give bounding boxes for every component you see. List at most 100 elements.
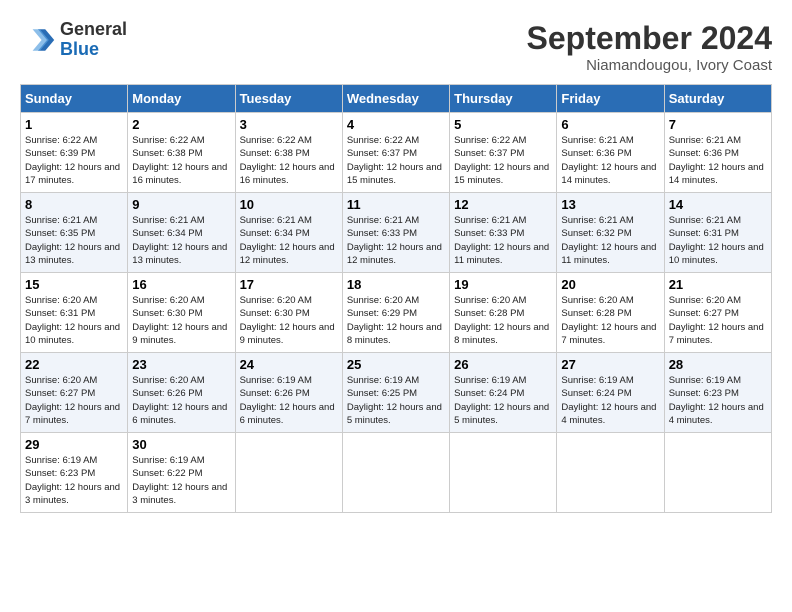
calendar-week-1: 1 Sunrise: 6:22 AMSunset: 6:39 PMDayligh…	[21, 113, 772, 193]
day-number: 21	[669, 277, 767, 292]
day-info: Sunrise: 6:21 AMSunset: 6:34 PMDaylight:…	[132, 215, 227, 266]
logo: General Blue	[20, 20, 127, 60]
day-number: 23	[132, 357, 230, 372]
day-info: Sunrise: 6:22 AMSunset: 6:38 PMDaylight:…	[132, 135, 227, 186]
day-info: Sunrise: 6:20 AMSunset: 6:28 PMDaylight:…	[561, 295, 656, 346]
day-info: Sunrise: 6:19 AMSunset: 6:23 PMDaylight:…	[669, 375, 764, 426]
day-number: 29	[25, 437, 123, 452]
day-number: 3	[240, 117, 338, 132]
day-info: Sunrise: 6:20 AMSunset: 6:27 PMDaylight:…	[669, 295, 764, 346]
calendar-cell: 29 Sunrise: 6:19 AMSunset: 6:23 PMDaylig…	[21, 433, 128, 513]
calendar-table: SundayMondayTuesdayWednesdayThursdayFrid…	[20, 84, 772, 513]
calendar-cell: 20 Sunrise: 6:20 AMSunset: 6:28 PMDaylig…	[557, 273, 664, 353]
day-info: Sunrise: 6:21 AMSunset: 6:31 PMDaylight:…	[669, 215, 764, 266]
title-block: September 2024 Niamandougou, Ivory Coast	[527, 20, 772, 74]
day-number: 4	[347, 117, 445, 132]
day-info: Sunrise: 6:21 AMSunset: 6:35 PMDaylight:…	[25, 215, 120, 266]
day-number: 15	[25, 277, 123, 292]
day-number: 10	[240, 197, 338, 212]
day-number: 20	[561, 277, 659, 292]
day-info: Sunrise: 6:19 AMSunset: 6:25 PMDaylight:…	[347, 375, 442, 426]
calendar-week-5: 29 Sunrise: 6:19 AMSunset: 6:23 PMDaylig…	[21, 433, 772, 513]
day-info: Sunrise: 6:22 AMSunset: 6:38 PMDaylight:…	[240, 135, 335, 186]
day-info: Sunrise: 6:20 AMSunset: 6:28 PMDaylight:…	[454, 295, 549, 346]
day-info: Sunrise: 6:21 AMSunset: 6:36 PMDaylight:…	[669, 135, 764, 186]
weekday-header-tuesday: Tuesday	[235, 85, 342, 113]
day-info: Sunrise: 6:22 AMSunset: 6:37 PMDaylight:…	[347, 135, 442, 186]
calendar-cell: 10 Sunrise: 6:21 AMSunset: 6:34 PMDaylig…	[235, 193, 342, 273]
day-number: 6	[561, 117, 659, 132]
calendar-cell: 16 Sunrise: 6:20 AMSunset: 6:30 PMDaylig…	[128, 273, 235, 353]
calendar-cell	[342, 433, 449, 513]
day-number: 7	[669, 117, 767, 132]
calendar-cell: 8 Sunrise: 6:21 AMSunset: 6:35 PMDayligh…	[21, 193, 128, 273]
day-info: Sunrise: 6:19 AMSunset: 6:22 PMDaylight:…	[132, 455, 227, 506]
calendar-cell: 3 Sunrise: 6:22 AMSunset: 6:38 PMDayligh…	[235, 113, 342, 193]
calendar-week-4: 22 Sunrise: 6:20 AMSunset: 6:27 PMDaylig…	[21, 353, 772, 433]
page-header: General Blue September 2024 Niamandougou…	[20, 20, 772, 74]
calendar-cell: 17 Sunrise: 6:20 AMSunset: 6:30 PMDaylig…	[235, 273, 342, 353]
day-info: Sunrise: 6:21 AMSunset: 6:33 PMDaylight:…	[347, 215, 442, 266]
day-info: Sunrise: 6:22 AMSunset: 6:37 PMDaylight:…	[454, 135, 549, 186]
weekday-header-friday: Friday	[557, 85, 664, 113]
calendar-cell: 30 Sunrise: 6:19 AMSunset: 6:22 PMDaylig…	[128, 433, 235, 513]
logo-icon	[20, 22, 56, 58]
day-info: Sunrise: 6:20 AMSunset: 6:30 PMDaylight:…	[132, 295, 227, 346]
calendar-cell: 25 Sunrise: 6:19 AMSunset: 6:25 PMDaylig…	[342, 353, 449, 433]
calendar-cell: 22 Sunrise: 6:20 AMSunset: 6:27 PMDaylig…	[21, 353, 128, 433]
weekday-header-sunday: Sunday	[21, 85, 128, 113]
calendar-cell	[557, 433, 664, 513]
day-info: Sunrise: 6:21 AMSunset: 6:34 PMDaylight:…	[240, 215, 335, 266]
calendar-cell: 18 Sunrise: 6:20 AMSunset: 6:29 PMDaylig…	[342, 273, 449, 353]
day-info: Sunrise: 6:20 AMSunset: 6:27 PMDaylight:…	[25, 375, 120, 426]
day-number: 1	[25, 117, 123, 132]
calendar-cell: 4 Sunrise: 6:22 AMSunset: 6:37 PMDayligh…	[342, 113, 449, 193]
calendar-header-row: SundayMondayTuesdayWednesdayThursdayFrid…	[21, 85, 772, 113]
calendar-cell: 15 Sunrise: 6:20 AMSunset: 6:31 PMDaylig…	[21, 273, 128, 353]
day-info: Sunrise: 6:20 AMSunset: 6:30 PMDaylight:…	[240, 295, 335, 346]
day-number: 13	[561, 197, 659, 212]
day-number: 30	[132, 437, 230, 452]
day-info: Sunrise: 6:19 AMSunset: 6:23 PMDaylight:…	[25, 455, 120, 506]
calendar-cell: 2 Sunrise: 6:22 AMSunset: 6:38 PMDayligh…	[128, 113, 235, 193]
day-number: 9	[132, 197, 230, 212]
day-number: 5	[454, 117, 552, 132]
calendar-cell: 7 Sunrise: 6:21 AMSunset: 6:36 PMDayligh…	[664, 113, 771, 193]
day-info: Sunrise: 6:21 AMSunset: 6:32 PMDaylight:…	[561, 215, 656, 266]
day-info: Sunrise: 6:19 AMSunset: 6:24 PMDaylight:…	[561, 375, 656, 426]
day-number: 18	[347, 277, 445, 292]
calendar-cell: 26 Sunrise: 6:19 AMSunset: 6:24 PMDaylig…	[450, 353, 557, 433]
day-number: 17	[240, 277, 338, 292]
calendar-cell: 19 Sunrise: 6:20 AMSunset: 6:28 PMDaylig…	[450, 273, 557, 353]
day-number: 24	[240, 357, 338, 372]
day-number: 14	[669, 197, 767, 212]
calendar-week-3: 15 Sunrise: 6:20 AMSunset: 6:31 PMDaylig…	[21, 273, 772, 353]
day-number: 26	[454, 357, 552, 372]
calendar-cell	[664, 433, 771, 513]
day-number: 27	[561, 357, 659, 372]
calendar-cell: 14 Sunrise: 6:21 AMSunset: 6:31 PMDaylig…	[664, 193, 771, 273]
day-number: 2	[132, 117, 230, 132]
calendar-cell: 13 Sunrise: 6:21 AMSunset: 6:32 PMDaylig…	[557, 193, 664, 273]
day-number: 28	[669, 357, 767, 372]
day-number: 8	[25, 197, 123, 212]
day-info: Sunrise: 6:20 AMSunset: 6:29 PMDaylight:…	[347, 295, 442, 346]
day-info: Sunrise: 6:19 AMSunset: 6:24 PMDaylight:…	[454, 375, 549, 426]
day-number: 25	[347, 357, 445, 372]
weekday-header-wednesday: Wednesday	[342, 85, 449, 113]
calendar-cell: 27 Sunrise: 6:19 AMSunset: 6:24 PMDaylig…	[557, 353, 664, 433]
day-info: Sunrise: 6:20 AMSunset: 6:31 PMDaylight:…	[25, 295, 120, 346]
day-number: 22	[25, 357, 123, 372]
calendar-cell: 28 Sunrise: 6:19 AMSunset: 6:23 PMDaylig…	[664, 353, 771, 433]
calendar-cell: 5 Sunrise: 6:22 AMSunset: 6:37 PMDayligh…	[450, 113, 557, 193]
calendar-week-2: 8 Sunrise: 6:21 AMSunset: 6:35 PMDayligh…	[21, 193, 772, 273]
month-title: September 2024	[527, 20, 772, 57]
calendar-cell: 11 Sunrise: 6:21 AMSunset: 6:33 PMDaylig…	[342, 193, 449, 273]
day-info: Sunrise: 6:20 AMSunset: 6:26 PMDaylight:…	[132, 375, 227, 426]
calendar-cell: 9 Sunrise: 6:21 AMSunset: 6:34 PMDayligh…	[128, 193, 235, 273]
calendar-cell: 6 Sunrise: 6:21 AMSunset: 6:36 PMDayligh…	[557, 113, 664, 193]
weekday-header-monday: Monday	[128, 85, 235, 113]
calendar-cell: 24 Sunrise: 6:19 AMSunset: 6:26 PMDaylig…	[235, 353, 342, 433]
day-number: 11	[347, 197, 445, 212]
logo-text: General Blue	[60, 20, 127, 60]
